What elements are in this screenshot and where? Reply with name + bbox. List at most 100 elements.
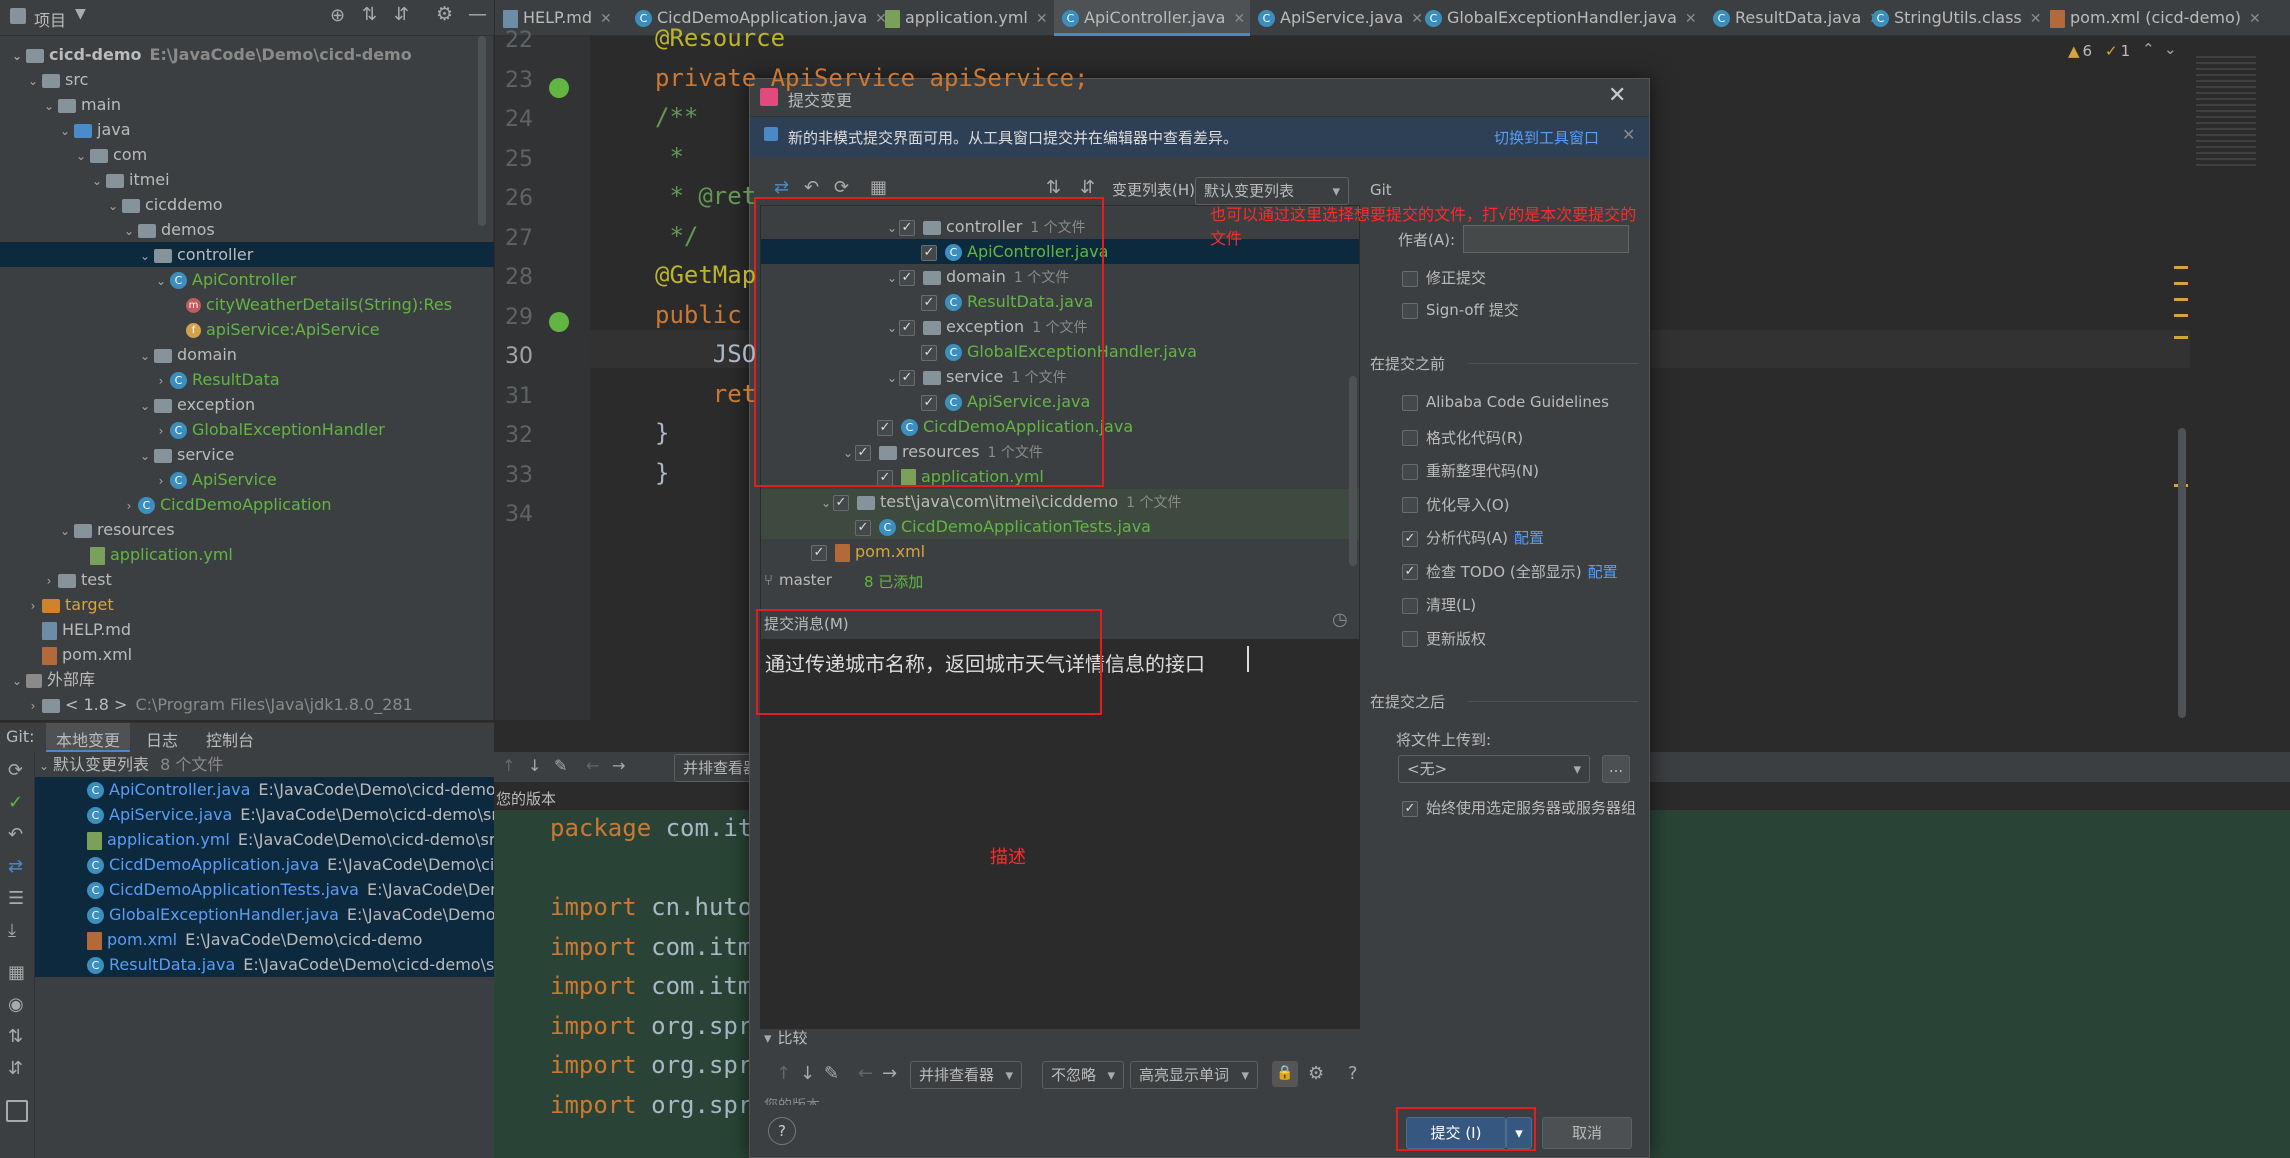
diff-icon[interactable]: ⇄ [8, 856, 23, 877]
tree-row[interactable]: ⌄ 外部库 [0, 667, 494, 692]
close-icon[interactable]: ✕ [1608, 83, 1626, 108]
error-stripe-mark[interactable] [2174, 298, 2188, 301]
tree-row[interactable]: › C CicdDemoApplication [0, 492, 494, 517]
chevron-right-icon[interactable]: › [152, 419, 170, 444]
tree-row[interactable]: application.yml [0, 542, 494, 567]
option-checkbox[interactable] [1402, 597, 1418, 614]
chevron-down-icon[interactable]: ⌄ [104, 194, 122, 219]
change-row[interactable]: C CicdDemoApplication.java E:\JavaCode\Dem… [35, 852, 519, 877]
change-row[interactable]: C GlobalExceptionHandler.java E:\JavaCode\… [35, 902, 523, 927]
before-commit-option[interactable]: ✓ 检查 TODO (全部显示) 配置 [1402, 561, 1618, 582]
tree-row[interactable]: ⌄ controller [0, 242, 494, 267]
chevron-down-icon[interactable]: ⌄ [56, 519, 74, 544]
code-line[interactable]: } [655, 459, 669, 487]
arrow-up-icon[interactable]: ↑ [502, 756, 515, 775]
banner-close-icon[interactable]: ✕ [1622, 125, 1635, 144]
error-stripe-mark[interactable] [2174, 266, 2188, 269]
chevron-right-icon[interactable]: › [152, 369, 170, 394]
before-commit-option[interactable]: 格式化代码(R) [1402, 427, 1523, 448]
tree-row[interactable]: m cityWeatherDetails(String):Res [0, 292, 494, 317]
expand-all-icon[interactable]: ⇅ [1046, 177, 1061, 198]
close-icon[interactable]: ✕ [1036, 11, 1048, 27]
tree-row[interactable]: › C ApiService [0, 467, 494, 492]
change-row[interactable]: C ResultData.java E:\JavaCode\Demo\cicd-de… [35, 952, 521, 977]
amend-checkbox-row[interactable]: 修正提交 [1402, 267, 1486, 288]
chevron-down-icon[interactable]: ⌄ [40, 94, 58, 119]
tree-row[interactable]: ⌄ cicd-demo E:\JavaCode\Demo\cicd-demo [0, 42, 494, 67]
diff-icon[interactable]: ⇄ [774, 177, 789, 198]
tree-row[interactable]: f apiService:ApiService [0, 317, 494, 342]
arrow-right-icon[interactable]: → [612, 756, 625, 775]
close-icon[interactable]: ✕ [2030, 11, 2042, 27]
tree-row[interactable]: ⌄ exception [0, 392, 494, 417]
before-commit-option[interactable]: 清理(L) [1402, 594, 1476, 615]
compare-toggle[interactable]: ▾ 比较 [764, 1027, 808, 1048]
file-checkbox[interactable]: ✓ [811, 544, 827, 561]
shelve-icon[interactable]: ⤓ [8, 920, 16, 941]
chevron-right-icon[interactable]: › [120, 494, 138, 519]
code-line[interactable]: * [655, 143, 683, 171]
commit-tree-row[interactable]: ⌄ ✓ test\java\com\itmei\cicddemo 1 个文件 [761, 489, 1359, 514]
tab-application-yml[interactable]: application.yml ✕ [877, 0, 1054, 36]
amend-checkbox[interactable] [1402, 270, 1418, 287]
chevron-down-icon[interactable]: ⌄ [88, 169, 106, 194]
spring-bean-icon[interactable] [549, 312, 569, 332]
tree-row[interactable]: pom.xml [0, 642, 494, 667]
tab-apiservice-java[interactable]: C ApiService.java ✕ [1250, 0, 1423, 36]
option-checkbox[interactable] [1402, 463, 1418, 480]
code-line[interactable]: * @ret [655, 182, 756, 210]
edit-icon[interactable]: ✎ [554, 756, 567, 775]
tab-stringutils-class[interactable]: C StringUtils.class ✕ [1864, 0, 2042, 36]
tree-row[interactable]: › < 1.8 > C:\Program Files\Java\jdk1.8.0_2… [0, 692, 494, 717]
collapse-all-icon[interactable]: ⇵ [1080, 177, 1095, 198]
locate-icon[interactable]: ⊕ [330, 5, 345, 26]
warning-icon[interactable]: ▲ 6 [2068, 42, 2092, 60]
chevron-down-icon[interactable]: ⌄ [72, 144, 90, 169]
next-highlight-icon[interactable]: ⌄ [2164, 40, 2177, 58]
collapse-icon[interactable]: ⇵ [8, 1058, 23, 1079]
before-commit-option[interactable]: Alibaba Code Guidelines [1402, 393, 1609, 411]
compare-highlight-select[interactable]: 高亮显示单词 [1130, 1061, 1258, 1089]
tree-row[interactable]: ⌄ C ApiController [0, 267, 494, 292]
change-row[interactable]: C CicdDemoApplicationTests.java E:\JavaCod… [35, 877, 521, 902]
chevron-right-icon[interactable]: › [152, 469, 170, 494]
rollback-icon[interactable]: ↶ [804, 177, 819, 198]
tree-row[interactable]: ⌄ cicddemo [0, 192, 494, 217]
refresh-icon[interactable]: ⟳ [8, 760, 23, 781]
tab-log[interactable]: 日志 [146, 727, 178, 751]
tab-console[interactable]: 控制台 [206, 727, 254, 751]
commit-tree-row[interactable]: ✓ pom.xml [761, 539, 1359, 564]
arrow-left-icon[interactable]: ← [586, 756, 599, 775]
option-checkbox[interactable] [1402, 631, 1418, 647]
before-commit-option[interactable]: 优化导入(O) [1402, 494, 1510, 515]
chevron-right-icon[interactable]: › [24, 594, 42, 619]
code-line[interactable]: private ApiService apiService; [655, 64, 1088, 92]
close-icon[interactable]: ✕ [600, 11, 612, 27]
project-scrollbar[interactable] [478, 36, 486, 226]
compare-ignore-select[interactable]: 不忽略 [1042, 1061, 1124, 1089]
chevron-down-icon[interactable]: ⌄ [136, 394, 154, 419]
rollback-icon[interactable]: ↶ [8, 824, 23, 845]
option-checkbox[interactable] [1402, 430, 1418, 446]
chevron-down-icon[interactable]: ⌄ [24, 69, 42, 94]
error-stripe-mark[interactable] [2174, 282, 2188, 285]
lock-icon[interactable]: 🔒 [1272, 1061, 1298, 1087]
gear-icon[interactable]: ⚙ [1308, 1063, 1324, 1084]
before-commit-option[interactable]: 重新整理代码(N) [1402, 460, 1539, 481]
change-row[interactable]: pom.xml E:\JavaCode\Demo\cicd-demo [35, 927, 494, 952]
tree-row[interactable]: › test [0, 567, 494, 592]
option-checkbox[interactable]: ✓ [1402, 530, 1418, 547]
tab-resultdata-java[interactable]: CResultData.java✕ [1705, 0, 1881, 36]
weak-warning-icon[interactable]: ✓ 1 [2105, 42, 2130, 60]
code-line[interactable]: JSO [655, 340, 756, 368]
chevron-down-icon[interactable]: ▼ [75, 6, 86, 22]
code-line[interactable]: } [655, 419, 669, 447]
chevron-down-icon[interactable]: ⌄ [152, 269, 170, 294]
close-icon[interactable]: ✕ [1685, 11, 1697, 27]
signoff-checkbox[interactable] [1402, 302, 1418, 319]
code-line[interactable]: @GetMap [655, 261, 756, 289]
signoff-checkbox-row[interactable]: Sign-off 提交 [1402, 299, 1519, 320]
code-line[interactable]: ret [655, 380, 756, 408]
help-icon[interactable]: ? [1348, 1063, 1358, 1084]
project-title[interactable]: 项目 [34, 7, 66, 31]
